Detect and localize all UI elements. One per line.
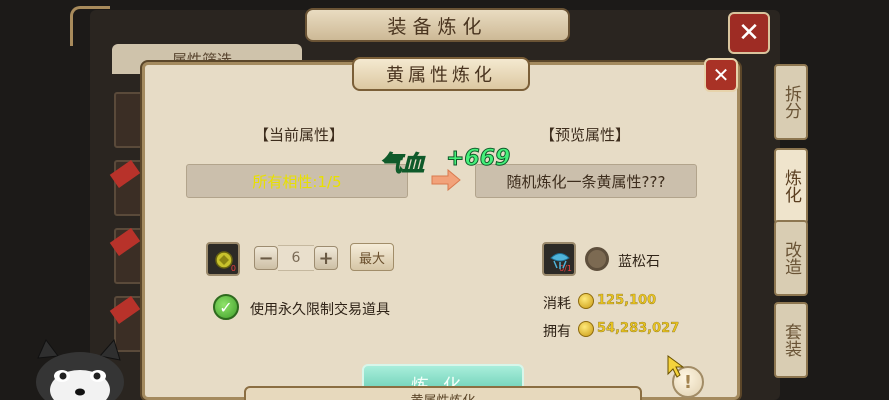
close-icon: ✕ bbox=[738, 18, 760, 48]
coin-icon bbox=[578, 321, 594, 337]
current-attr-header: 【当前属性】 bbox=[254, 126, 345, 144]
turquoise-icon bbox=[550, 253, 570, 269]
decrease-button[interactable]: − bbox=[254, 246, 278, 270]
exclamation-icon: ! bbox=[683, 371, 693, 393]
gem-select-radio[interactable] bbox=[585, 247, 609, 271]
checkmark-icon: ✓ bbox=[219, 297, 233, 317]
sub-window: 黄属性炼化 bbox=[244, 386, 642, 400]
sub-window-title: 黄属性炼化 bbox=[410, 390, 475, 400]
refine-dialog bbox=[142, 62, 740, 400]
material-icon bbox=[215, 251, 233, 269]
material-slot[interactable]: 0 bbox=[206, 242, 240, 276]
preview-attr-header: 【预览属性】 bbox=[540, 126, 631, 144]
tab-label: 拆分 bbox=[781, 85, 801, 119]
pointer-cursor-icon bbox=[667, 355, 684, 378]
tab-split[interactable]: 拆分 bbox=[774, 64, 808, 140]
increase-button[interactable]: + bbox=[314, 246, 338, 270]
gem-slot[interactable]: 0/1 bbox=[542, 242, 576, 276]
tab-modify[interactable]: 改造 bbox=[774, 220, 808, 296]
floating-stat-amount: +669 bbox=[445, 146, 511, 172]
max-button[interactable]: 最大 bbox=[350, 243, 394, 271]
owned-label: 拥有 bbox=[543, 324, 571, 340]
tab-label: 套装 bbox=[781, 323, 801, 357]
arrow-right-icon bbox=[431, 168, 461, 192]
owned-value: 54,283,027 bbox=[597, 321, 680, 336]
tab-refine[interactable]: 炼化 bbox=[774, 148, 808, 224]
background-close-button[interactable]: ✕ bbox=[728, 12, 770, 54]
current-attr-value: 所有相性:1/5 bbox=[186, 164, 408, 198]
gem-name: 蓝松石 bbox=[618, 254, 660, 270]
cost-value: 125,100 bbox=[597, 293, 657, 308]
tab-label: 改造 bbox=[781, 241, 801, 275]
use-bound-items-checkbox[interactable]: ✓ bbox=[213, 294, 239, 320]
window-ornament bbox=[70, 6, 110, 46]
use-bound-items-label: 使用永久限制交易道具 bbox=[250, 302, 390, 318]
tab-suit[interactable]: 套装 bbox=[774, 302, 808, 378]
cost-label: 消耗 bbox=[543, 296, 571, 312]
close-icon: ✕ bbox=[712, 63, 730, 87]
quantity-value[interactable]: 6 bbox=[278, 245, 314, 271]
coin-icon bbox=[578, 293, 594, 309]
plus-icon: + bbox=[318, 247, 334, 269]
minus-icon: − bbox=[258, 247, 274, 269]
background-window-title: 装备炼化 bbox=[305, 8, 570, 42]
dialog-close-button[interactable]: ✕ bbox=[704, 58, 738, 92]
floating-stat-name: 气血 bbox=[379, 152, 425, 178]
tab-label: 炼化 bbox=[781, 169, 801, 203]
dialog-title: 黄属性炼化 bbox=[352, 57, 530, 91]
husky-pet-icon bbox=[36, 338, 124, 400]
